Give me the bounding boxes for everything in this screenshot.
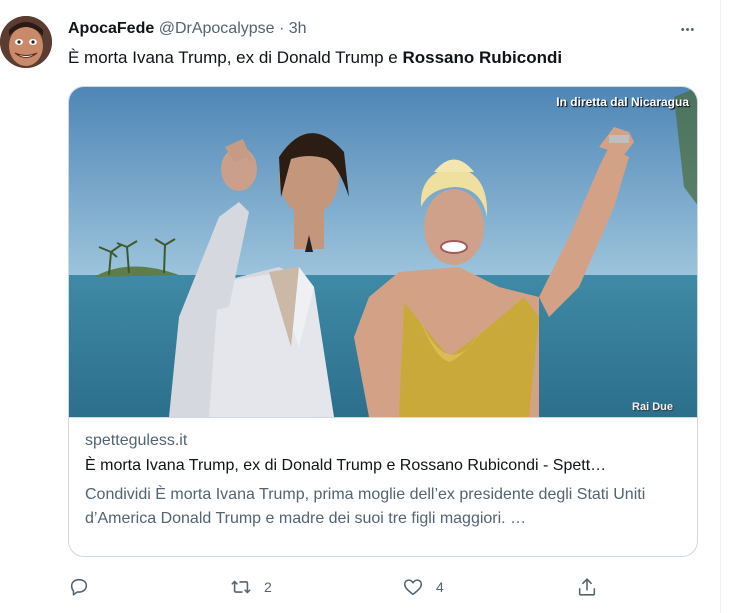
timeline-border	[720, 0, 721, 613]
avatar-image	[0, 16, 52, 68]
image-overlay-text: In diretta dal Nicaragua	[556, 95, 689, 109]
reply-icon	[70, 578, 88, 596]
heart-icon	[403, 579, 423, 596]
card-photo	[69, 87, 697, 417]
like-count: 4	[436, 579, 444, 595]
retweet-count: 2	[264, 579, 272, 595]
tweet-text: È morta Ivana Trump, ex di Donald Trump …	[68, 46, 562, 70]
tweet-actions: 2 4	[68, 573, 608, 601]
card-body[interactable]: spetteguless.it È morta Ivana Trump, ex …	[69, 417, 697, 556]
retweet-icon	[231, 580, 251, 594]
share-icon	[578, 578, 596, 596]
author-name[interactable]: ApocaFede	[68, 20, 154, 37]
tweet-time[interactable]: 3h	[289, 20, 307, 37]
retweet-button[interactable]: 2	[230, 573, 272, 601]
more-options-button[interactable]: •••	[672, 16, 704, 44]
like-button[interactable]: 4	[402, 573, 444, 601]
tweet-text-body: È morta Ivana Trump, ex di Donald Trump …	[68, 48, 403, 67]
time-separator: ·	[279, 20, 285, 37]
card-image[interactable]: In diretta dal Nicaragua Rai Due	[69, 87, 697, 417]
card-title: È morta Ivana Trump, ex di Donald Trump …	[85, 457, 607, 474]
card-domain: spetteguless.it	[85, 432, 188, 449]
tweet-text-bold: Rossano Rubicondi	[402, 48, 563, 67]
share-button[interactable]	[576, 573, 598, 601]
link-card[interactable]: In diretta dal Nicaragua Rai Due spetteg…	[68, 86, 698, 557]
card-description: Condividi È morta Ivana Trump, prima mog…	[85, 486, 646, 527]
image-logo: Rai Due	[632, 401, 673, 413]
author-handle[interactable]: @DrApocalypse	[159, 20, 275, 37]
tweet-header: ApocaFede @DrApocalypse · 3h	[68, 18, 307, 40]
more-icon: •••	[680, 24, 696, 36]
reply-button[interactable]	[68, 573, 90, 601]
avatar[interactable]	[0, 16, 52, 68]
